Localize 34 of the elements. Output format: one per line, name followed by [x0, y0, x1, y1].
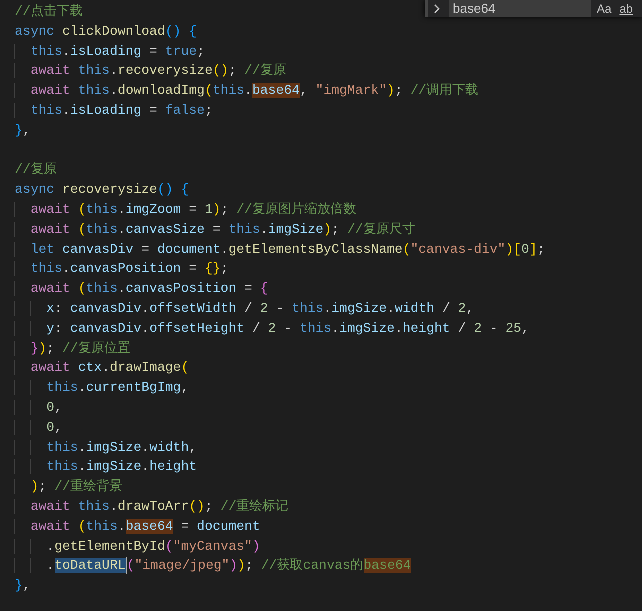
code-line: this.currentBgImg,: [15, 378, 190, 398]
code-line: x: canvasDiv.offsetWidth / 2 - this.imgSize.width / 2,: [15, 298, 474, 319]
code-line: async clickDownload() {: [15, 22, 198, 41]
code-line: },: [15, 577, 31, 596]
code-line: await (this.imgZoom = 1); //复原图片缩放倍数: [15, 200, 356, 220]
code-line: this.isLoading = true;: [15, 42, 205, 62]
code-line: await this.recoverysize(); //复原: [15, 61, 286, 82]
find-option-toggle[interactable]: Aa: [595, 0, 614, 16]
code-line: let canvasDiv = document.getElementsByClassName("canvas-div")[0];: [15, 240, 546, 260]
code-line: await (this.canvasSize = this.imgSize); //复原尺寸: [15, 220, 416, 240]
code-line: this.imgSize.width,: [15, 438, 198, 458]
code-line: 0,: [15, 418, 62, 438]
code-line: await this.downloadImg(this.base64, "imgMark"); //调用下载: [15, 81, 479, 101]
code-line: }); //复原位置: [15, 338, 130, 358]
code-line: ); //重绘背景: [15, 477, 122, 497]
code-line: this.isLoading = false;: [15, 100, 213, 121]
find-option-toggle[interactable]: ab: [618, 0, 636, 16]
code-line: .getElementById("myCanvas"): [15, 536, 260, 556]
code-line: this.imgSize.height: [15, 457, 198, 478]
code-line: .toDataURL("image/jpeg")); //获取canvas的base64: [15, 556, 412, 576]
code-line: await ctx.drawImage(: [15, 358, 190, 378]
code-line: y: canvasDiv.offsetHeight / 2 - this.imgSize.height / 2 - 25,: [15, 318, 530, 339]
code-line: //点击下载: [15, 3, 83, 21]
code-line: await (this.canvasPosition = {: [15, 279, 268, 299]
code-line: await this.drawToArr(); //重绘标记: [15, 496, 289, 517]
code-line: async recoverysize() {: [15, 181, 190, 200]
code-line: //复原: [15, 161, 57, 180]
find-input-field[interactable]: base64: [449, 0, 591, 17]
text-cursor: [126, 557, 127, 574]
code-line: this.canvasPosition = {};: [15, 259, 229, 280]
chevron-right-icon[interactable]: [434, 4, 441, 14]
code-line: 0,: [15, 398, 62, 418]
code-line: await (this.base64 = document: [15, 516, 260, 537]
code-line: },: [15, 122, 31, 140]
